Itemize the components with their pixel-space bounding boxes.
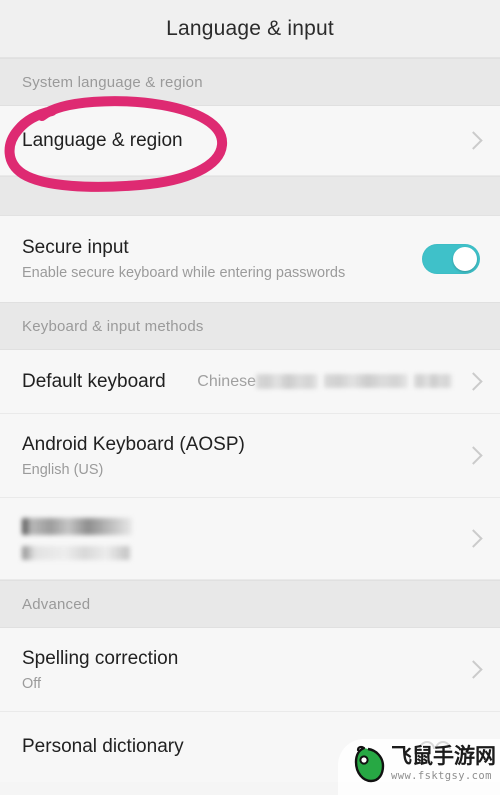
settings-screen: Language & input System language & regio…	[0, 0, 500, 795]
section-header-keyboard-input-methods: Keyboard & input methods	[0, 302, 500, 350]
list-item-subtitle: Off	[22, 675, 42, 692]
row-texts: Spelling correction Off	[22, 647, 466, 693]
list-item-title: Secure input	[22, 237, 129, 258]
list-item-title: Android Keyboard (AOSP)	[22, 433, 245, 455]
redacted-subtitle	[22, 545, 130, 560]
row-texts: Android Keyboard (AOSP) English (US)	[22, 433, 466, 479]
list-item-title: Personal dictionary	[22, 736, 184, 757]
redacted-text	[256, 373, 318, 389]
section-header-label: System language & region	[22, 73, 203, 91]
row-texts: Personal dictionary	[22, 735, 480, 759]
redacted-title	[22, 517, 132, 535]
list-item-android-keyboard-aosp[interactable]: Android Keyboard (AOSP) English (US)	[0, 414, 500, 498]
redacted-text	[324, 374, 408, 389]
list-item-spelling-correction[interactable]: Spelling correction Off	[0, 628, 500, 712]
list-item-redacted-keyboard[interactable]	[0, 498, 500, 580]
page-title: Language & input	[166, 16, 334, 40]
secure-input-toggle[interactable]	[422, 244, 480, 274]
section-gap	[0, 176, 500, 216]
chevron-right-icon	[466, 370, 480, 394]
chevron-right-icon	[466, 444, 480, 468]
row-texts: Language & region	[22, 129, 466, 153]
row-texts	[22, 517, 466, 560]
list-item-title: Default keyboard	[22, 370, 166, 392]
chevron-right-icon	[466, 129, 480, 153]
default-keyboard-value: Chinese	[197, 373, 452, 391]
list-item-language-region[interactable]: Language & region	[0, 106, 500, 176]
section-header-system-language-region: System language & region	[0, 58, 500, 106]
list-item-subtitle: Enable secure keyboard while entering pa…	[22, 265, 346, 281]
list-item-secure-input[interactable]: Secure input Enable secure keyboard whil…	[0, 216, 500, 302]
chevron-right-icon	[466, 527, 480, 551]
chevron-right-icon	[466, 658, 480, 682]
toggle-knob	[453, 247, 477, 271]
titlebar: Language & input	[0, 0, 500, 58]
redacted-text	[414, 374, 452, 389]
list-item-personal-dictionary[interactable]: Personal dictionary	[0, 712, 500, 782]
section-header-advanced: Advanced	[0, 580, 500, 628]
row-texts: Secure input Enable secure keyboard whil…	[22, 236, 422, 282]
list-item-title: Spelling correction	[22, 647, 179, 669]
section-header-label: Keyboard & input methods	[22, 317, 204, 335]
list-item-title: Language & region	[22, 129, 183, 151]
list-item-subtitle: English (US)	[22, 461, 104, 478]
section-header-label: Advanced	[22, 595, 91, 613]
list-item-default-keyboard[interactable]: Default keyboard Chinese	[0, 350, 500, 414]
row-texts: Default keyboard	[22, 370, 197, 394]
